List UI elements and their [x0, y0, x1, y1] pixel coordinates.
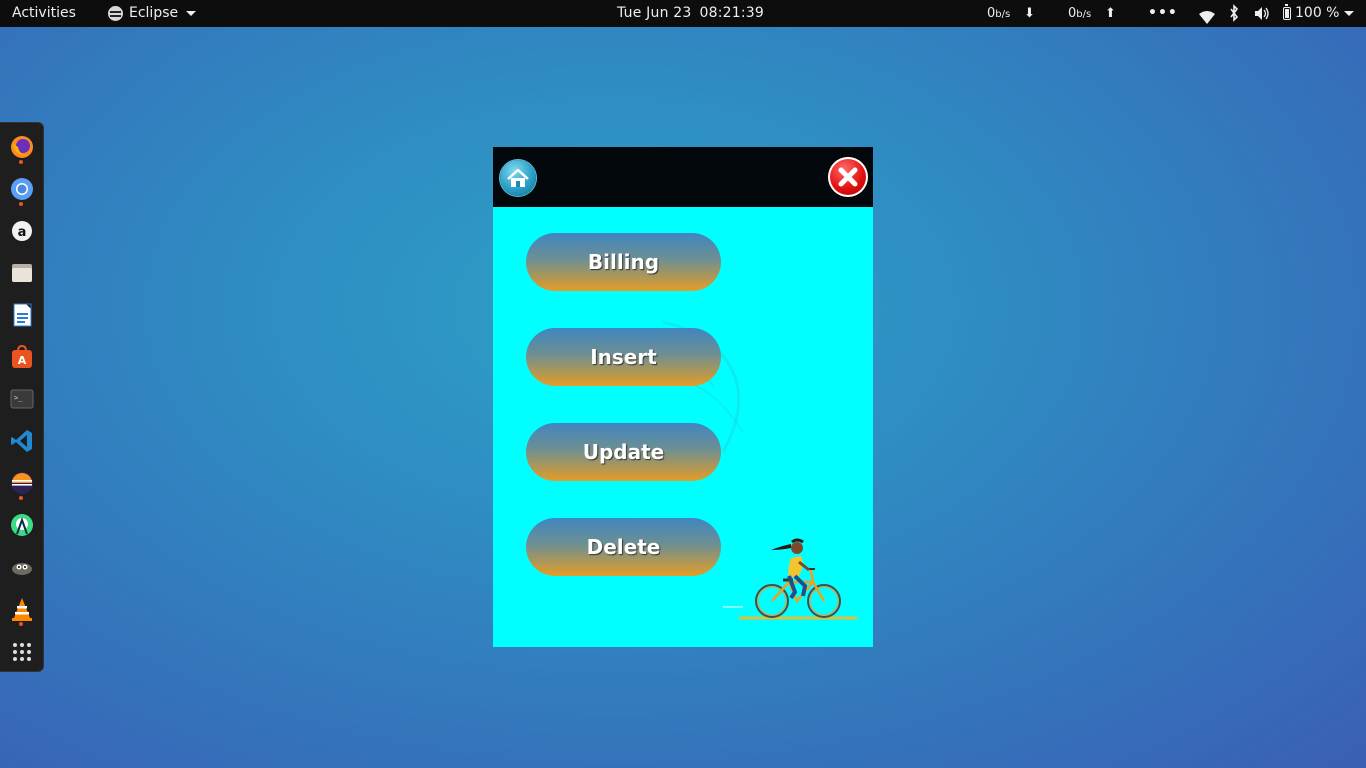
upload-arrow-icon: ⬆: [1105, 6, 1116, 21]
running-indicator: [19, 622, 23, 626]
close-icon: [838, 167, 858, 187]
writer-icon[interactable]: [9, 302, 35, 328]
download-arrow-icon: ⬇: [1024, 6, 1035, 21]
running-indicator: [19, 160, 23, 164]
firefox-icon[interactable]: [9, 134, 35, 160]
delete-button[interactable]: Delete: [526, 518, 721, 576]
svg-text:>_: >_: [14, 394, 23, 402]
running-indicator: [19, 496, 23, 500]
battery-indicator[interactable]: 100 %: [1283, 0, 1339, 27]
running-indicator: [19, 202, 23, 206]
dock: a A >_: [0, 122, 44, 672]
clock-date: Tue Jun 23: [617, 5, 692, 21]
gimp-icon[interactable]: [9, 554, 35, 580]
terminal-icon[interactable]: >_: [9, 386, 35, 412]
show-apps-icon[interactable]: [9, 639, 35, 665]
battery-icon: [1283, 4, 1291, 20]
wifi-icon[interactable]: [1199, 7, 1215, 24]
files-icon[interactable]: [9, 260, 35, 286]
battery-level: 100 %: [1295, 5, 1340, 21]
app-header: [493, 147, 873, 207]
home-button[interactable]: [500, 160, 536, 196]
vscode-icon[interactable]: [9, 428, 35, 454]
svg-text:a: a: [18, 225, 27, 240]
amazon-icon[interactable]: a: [9, 218, 35, 244]
net-download-unit: b/s: [995, 9, 1011, 20]
vlc-icon[interactable]: [9, 596, 35, 622]
net-upload-unit: b/s: [1076, 9, 1092, 20]
insert-button[interactable]: Insert: [526, 328, 721, 386]
bluetooth-icon[interactable]: [1229, 0, 1239, 27]
cyclist-illustration: [723, 538, 857, 620]
svg-text:A: A: [18, 354, 27, 367]
android-studio-icon[interactable]: [9, 512, 35, 538]
app-window: Billing Insert Update Delete: [493, 147, 873, 647]
eclipse-icon: [108, 6, 123, 21]
chromium-icon[interactable]: [9, 176, 35, 202]
billing-button[interactable]: Billing: [526, 233, 721, 291]
close-button[interactable]: [828, 157, 868, 197]
activities-button[interactable]: Activities: [12, 0, 76, 27]
net-upload-speed: 0b/s: [1068, 0, 1091, 27]
app-menu-label: Eclipse: [129, 5, 179, 21]
clock-time: 08:21:39: [699, 5, 764, 21]
system-menu-chevron-icon[interactable]: [1344, 11, 1354, 16]
app-menu[interactable]: Eclipse: [108, 0, 197, 27]
chevron-down-icon: [186, 11, 197, 16]
top-bar: Activities Eclipse Tue Jun 23 08:21:39 0b…: [0, 0, 1366, 27]
more-icon[interactable]: •••: [1148, 0, 1178, 27]
eclipse-icon[interactable]: [9, 470, 35, 496]
update-button[interactable]: Update: [526, 423, 721, 481]
net-download-speed: 0b/s: [987, 0, 1010, 27]
software-center-icon[interactable]: A: [9, 344, 35, 370]
home-icon: [507, 168, 529, 187]
clock[interactable]: Tue Jun 23 08:21:39: [617, 0, 764, 27]
volume-icon[interactable]: [1254, 0, 1270, 27]
